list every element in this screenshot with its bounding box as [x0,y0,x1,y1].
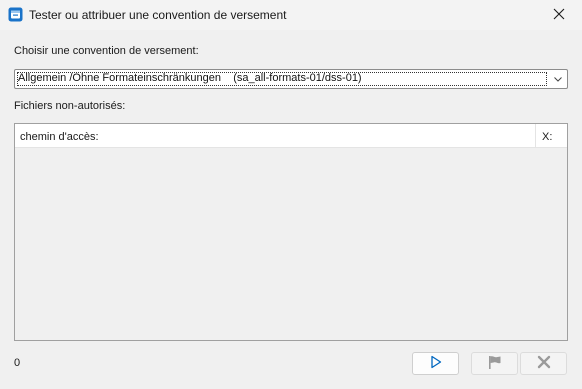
dialog-window: Tester ou attribuer une convention de ve… [0,0,582,389]
app-window-icon [8,7,23,22]
x-icon [537,355,551,372]
list-header: chemin d'accès: X: [15,124,567,148]
cancel-button[interactable] [520,352,567,375]
convention-label: Choisir une convention de versement: [14,45,199,57]
convention-select[interactable]: Allgemein /Ohne Formateinschränkungen (s… [14,69,568,89]
close-icon [553,8,565,23]
flag-icon [487,355,503,373]
window-title: Tester ou attribuer une convention de ve… [29,8,287,22]
unauthorized-files-list[interactable]: chemin d'accès: X: [14,123,568,341]
column-header-path[interactable]: chemin d'accès: [15,124,536,148]
close-button[interactable] [536,0,582,30]
file-count: 0 [14,357,21,369]
column-header-x[interactable]: X: [536,124,567,148]
column-header-path-label: chemin d'accès: [20,131,99,143]
column-header-x-label: X: [542,131,553,143]
run-test-button[interactable] [412,352,459,375]
title-bar[interactable]: Tester ou attribuer une convention de ve… [0,0,582,30]
selected-convention: Allgemein /Ohne Formateinschränkungen (s… [18,72,362,84]
chevron-down-icon[interactable] [552,73,564,85]
play-icon [430,355,442,372]
unauthorized-files-label: Fichiers non-autorisés: [14,100,126,112]
assign-button[interactable] [471,352,518,375]
